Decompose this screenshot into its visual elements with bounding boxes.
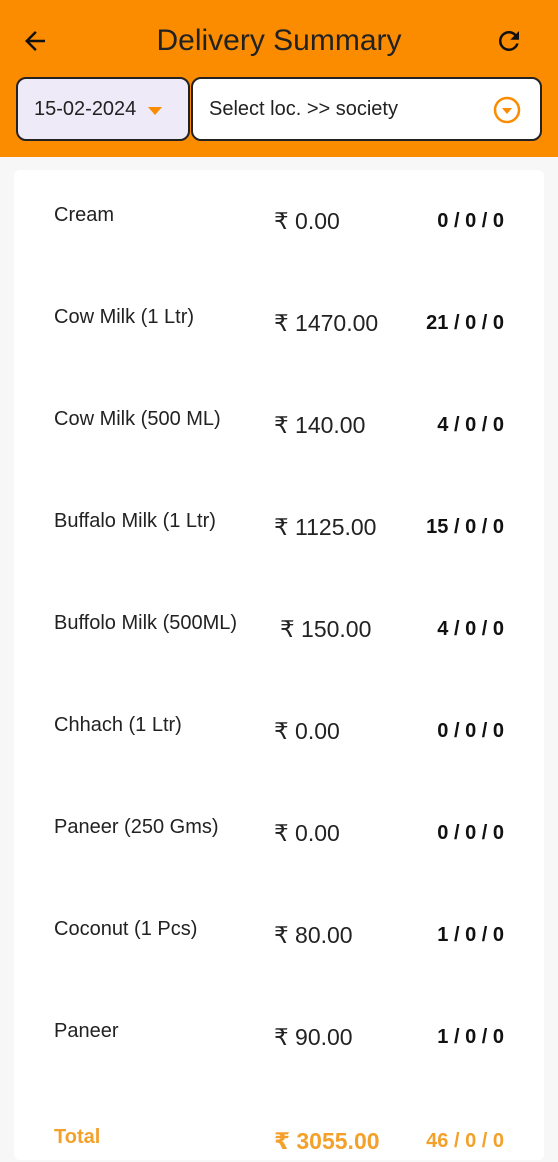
product-count: 4 / 0 / 0 — [437, 414, 504, 436]
product-count: 21 / 0 / 0 — [426, 312, 504, 334]
product-amount: ₹ 1125.00 — [274, 514, 377, 540]
summary-card: Cream ₹ 0.00 0 / 0 / 0 Cow Milk (1 Ltr) … — [14, 170, 544, 1160]
product-count: 0 / 0 / 0 — [437, 720, 504, 742]
list-item: Buffolo Milk (500ML) ₹ 150.00 4 / 0 / 0 — [14, 578, 544, 680]
list-item: Chhach (1 Ltr) ₹ 0.00 0 / 0 / 0 — [14, 680, 544, 782]
product-amount: ₹ 0.00 — [274, 718, 340, 744]
location-placeholder: Select loc. >> society — [209, 97, 398, 120]
product-name: Cream — [54, 204, 115, 226]
list-item: Coconut (1 Pcs) ₹ 80.00 1 / 0 / 0 — [14, 884, 544, 986]
app-header: Delivery Summary 15-02-2024 Select loc. … — [0, 0, 558, 157]
list-item: Cream ₹ 0.00 0 / 0 / 0 — [14, 170, 544, 272]
product-amount: ₹ 80.00 — [274, 922, 353, 948]
product-count: 1 / 0 / 0 — [437, 924, 504, 946]
caret-down-icon — [148, 107, 163, 115]
total-amount: ₹ 3055.00 — [274, 1128, 380, 1154]
product-name: Paneer — [54, 1020, 119, 1042]
page-title: Delivery Summary — [156, 24, 402, 57]
list-item: Paneer (250 Gms) ₹ 0.00 0 / 0 / 0 — [14, 782, 544, 884]
list-item: Cow Milk (1 Ltr) ₹ 1470.00 21 / 0 / 0 — [14, 272, 544, 374]
product-name: Buffalo Milk (1 Ltr) — [54, 510, 216, 532]
total-label: Total — [54, 1126, 101, 1148]
product-count: 15 / 0 / 0 — [426, 516, 504, 538]
total-row: Total ₹ 3055.00 46 / 0 / 0 — [14, 1116, 544, 1160]
product-name: Paneer (250 Gms) — [54, 816, 219, 838]
date-value: 15-02-2024 — [34, 97, 137, 120]
product-amount: ₹ 1470.00 — [274, 310, 379, 336]
refresh-icon — [498, 30, 519, 51]
list-item: Paneer ₹ 90.00 1 / 0 / 0 — [14, 986, 544, 1088]
product-name: Coconut (1 Pcs) — [54, 918, 198, 940]
product-amount: ₹ 0.00 — [274, 820, 340, 846]
list-item: Buffalo Milk (1 Ltr) ₹ 1125.00 15 / 0 / … — [14, 476, 544, 578]
product-amount: ₹ 90.00 — [274, 1024, 353, 1050]
product-count: 0 / 0 / 0 — [437, 822, 504, 844]
product-name: Chhach (1 Ltr) — [54, 714, 182, 736]
product-count: 1 / 0 / 0 — [437, 1026, 504, 1048]
total-count: 46 / 0 / 0 — [426, 1130, 504, 1152]
product-count: 0 / 0 / 0 — [437, 210, 504, 232]
product-amount: ₹ 150.00 — [280, 616, 372, 642]
product-name: Cow Milk (500 ML) — [54, 408, 221, 430]
product-amount: ₹ 140.00 — [274, 412, 366, 438]
product-amount: ₹ 0.00 — [274, 208, 340, 234]
list-item: Cow Milk (500 ML) ₹ 140.00 4 / 0 / 0 — [14, 374, 544, 476]
refresh-button[interactable] — [490, 22, 528, 60]
product-name: Cow Milk (1 Ltr) — [54, 306, 195, 328]
chevron-down-circle-icon — [493, 96, 521, 124]
product-name: Buffolo Milk (500ML) — [54, 612, 238, 634]
location-select[interactable]: Select loc. >> society — [191, 77, 542, 141]
product-count: 4 / 0 / 0 — [437, 618, 504, 640]
date-picker[interactable]: 15-02-2024 — [16, 77, 190, 141]
